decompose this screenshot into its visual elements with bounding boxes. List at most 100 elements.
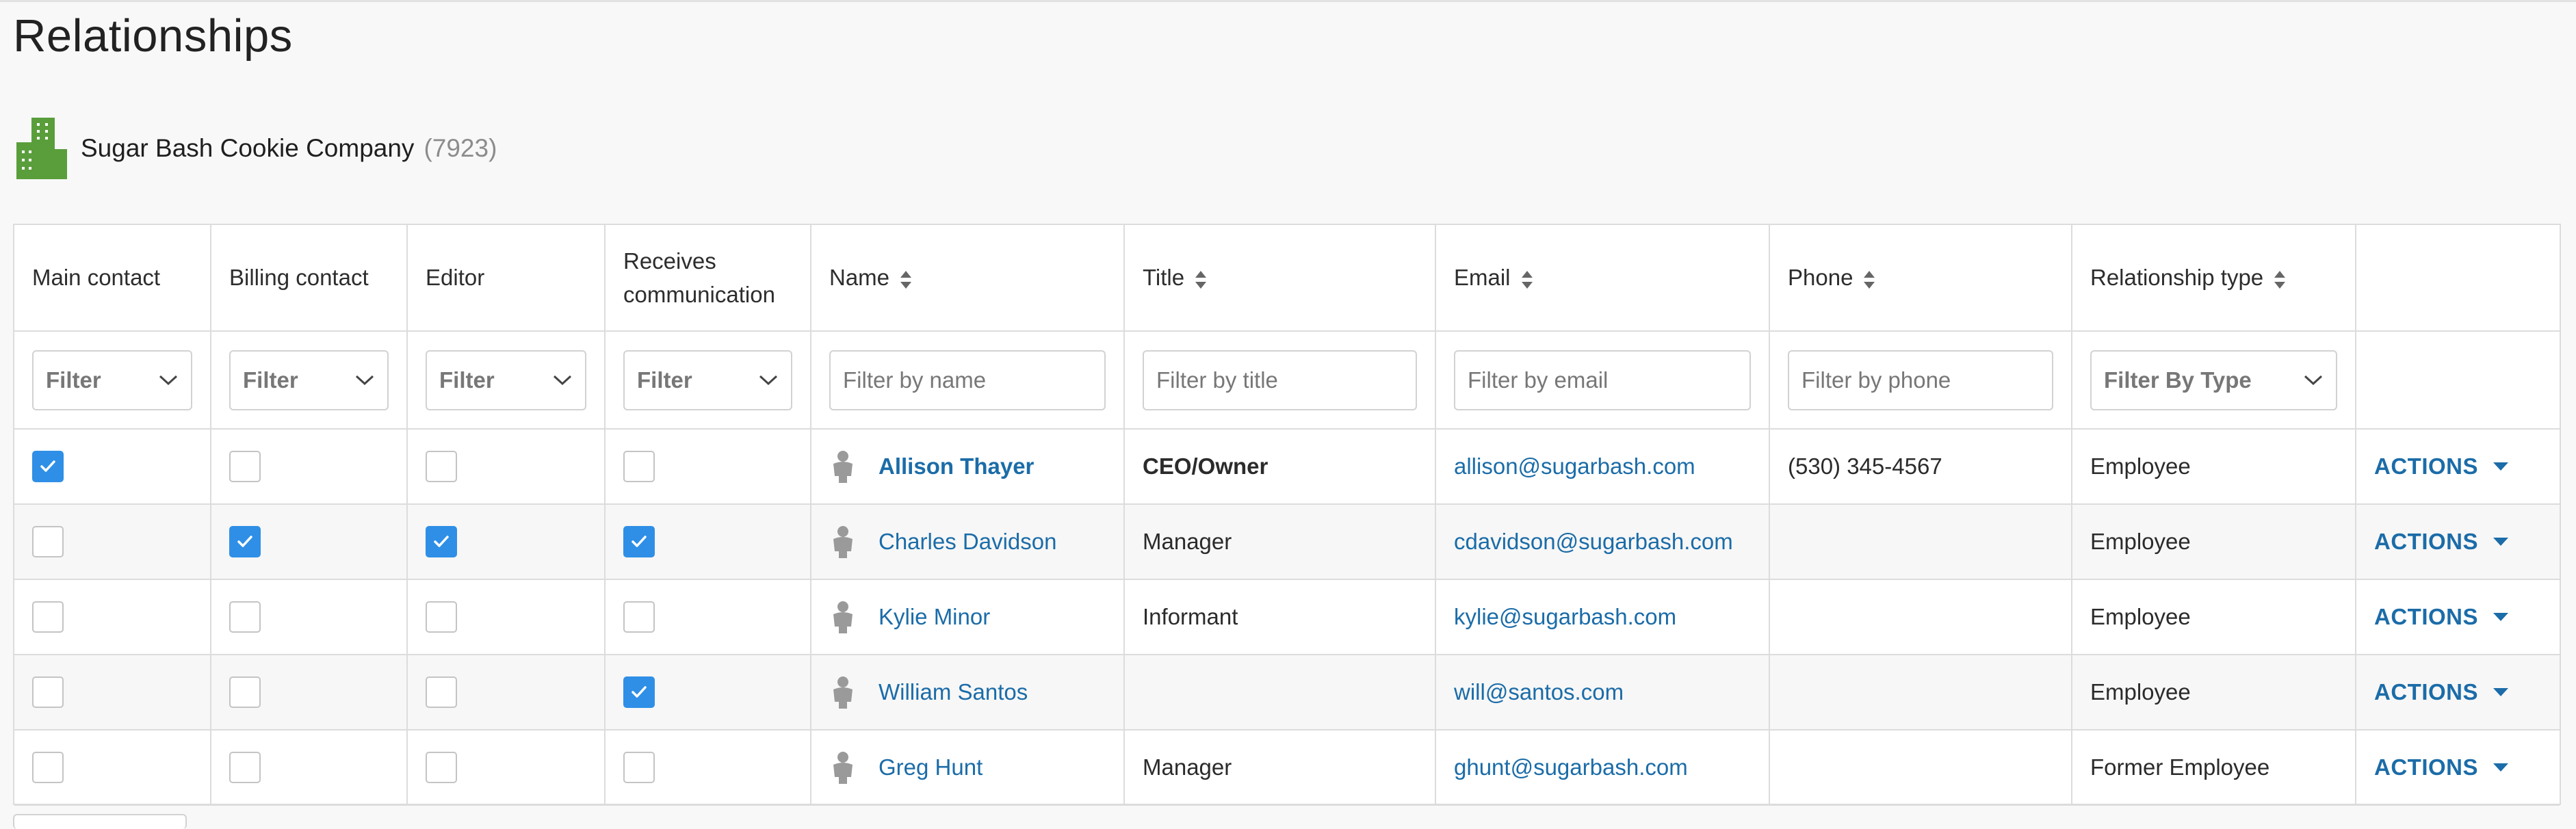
- table-row: William Santos will@santos.com Employee ACT…: [14, 655, 2560, 730]
- email-filter-input[interactable]: [1454, 350, 1751, 410]
- receives-communication-checkbox[interactable]: [623, 752, 655, 783]
- check-icon: [237, 536, 252, 547]
- contact-name-link[interactable]: Kylie Minor: [879, 604, 990, 630]
- col-title[interactable]: Title: [1124, 225, 1436, 332]
- col-relationship-type[interactable]: Relationship type: [2072, 225, 2356, 332]
- name-cell: Allison Thayer: [829, 450, 1106, 483]
- relationship-type-cell: Former Employee: [2072, 730, 2356, 805]
- sort-icon[interactable]: [899, 269, 913, 290]
- phone-cell: [1769, 655, 2072, 730]
- billing-contact-filter[interactable]: Filter: [229, 350, 389, 410]
- phone-cell: (530) 345-4567: [1769, 429, 2072, 504]
- phone-cell: [1769, 730, 2072, 805]
- col-name[interactable]: Name: [811, 225, 1125, 332]
- building-icon: [16, 118, 67, 179]
- name-cell: Charles Davidson: [829, 525, 1106, 558]
- editor-checkbox[interactable]: [426, 451, 457, 482]
- billing-contact-checkbox[interactable]: [229, 676, 261, 708]
- main-contact-checkbox[interactable]: [32, 752, 64, 783]
- company-id: (7923): [424, 134, 497, 162]
- caret-down-icon: [2493, 613, 2508, 621]
- col-main-contact: Main contact: [14, 225, 211, 332]
- editor-checkbox[interactable]: [426, 676, 457, 708]
- actions-button[interactable]: ACTIONS: [2374, 453, 2542, 479]
- table-row: Allison Thayer CEO/Owner allison@sugarbash…: [14, 429, 2560, 504]
- main-contact-checkbox[interactable]: [32, 601, 64, 633]
- editor-checkbox[interactable]: [426, 752, 457, 783]
- actions-button[interactable]: ACTIONS: [2374, 529, 2542, 555]
- caret-down-icon: [2493, 462, 2508, 471]
- name-filter-input[interactable]: [829, 350, 1106, 410]
- chevron-down-icon: [759, 375, 778, 385]
- person-icon: [833, 526, 853, 558]
- receives-communication-checkbox[interactable]: [623, 601, 655, 633]
- company-header: Sugar Bash Cookie Company (7923): [16, 118, 497, 179]
- col-receives-communication: Receives communication: [605, 225, 811, 332]
- col-phone-label: Phone: [1788, 265, 1853, 291]
- pagination-control[interactable]: [13, 814, 187, 829]
- col-email-label: Email: [1454, 265, 1511, 291]
- editor-checkbox[interactable]: [426, 526, 457, 557]
- top-divider: [0, 0, 2576, 2]
- title-cell: CEO/Owner: [1124, 429, 1436, 504]
- chevron-down-icon: [355, 375, 374, 385]
- billing-contact-checkbox[interactable]: [229, 601, 261, 633]
- main-contact-checkbox[interactable]: [32, 676, 64, 708]
- contact-name-link[interactable]: Charles Davidson: [879, 529, 1056, 555]
- email-link[interactable]: kylie@sugarbash.com: [1454, 604, 1676, 629]
- company-name: Sugar Bash Cookie Company: [81, 134, 415, 162]
- editor-checkbox[interactable]: [426, 601, 457, 633]
- billing-contact-checkbox[interactable]: [229, 526, 261, 557]
- email-link[interactable]: allison@sugarbash.com: [1454, 453, 1695, 479]
- contact-name-link[interactable]: Greg Hunt: [879, 754, 983, 780]
- col-title-label: Title: [1143, 265, 1185, 291]
- title-filter-input[interactable]: [1143, 350, 1417, 410]
- col-relationship-type-label: Relationship type: [2090, 265, 2264, 291]
- phone-cell: [1769, 579, 2072, 655]
- col-name-label: Name: [829, 265, 890, 291]
- chevron-down-icon: [159, 375, 178, 385]
- receives-communication-checkbox[interactable]: [623, 526, 655, 557]
- check-icon: [632, 536, 647, 547]
- caret-down-icon: [2493, 538, 2508, 546]
- sort-icon[interactable]: [1862, 269, 1876, 290]
- receives-communication-filter[interactable]: Filter: [623, 350, 792, 410]
- title-cell: Informant: [1124, 579, 1436, 655]
- main-contact-checkbox[interactable]: [32, 526, 64, 557]
- check-icon: [434, 536, 449, 547]
- relationship-type-filter[interactable]: Filter By Type: [2090, 350, 2337, 410]
- sort-icon[interactable]: [1520, 269, 1534, 290]
- main-contact-checkbox[interactable]: [32, 451, 64, 482]
- col-phone[interactable]: Phone: [1769, 225, 2072, 332]
- billing-contact-checkbox[interactable]: [229, 752, 261, 783]
- actions-button[interactable]: ACTIONS: [2374, 754, 2542, 780]
- contact-name-link[interactable]: William Santos: [879, 679, 1028, 705]
- page-title: Relationships: [13, 10, 293, 62]
- sort-icon[interactable]: [2273, 269, 2287, 290]
- editor-filter[interactable]: Filter: [426, 350, 586, 410]
- col-billing-contact: Billing contact: [211, 225, 408, 332]
- chevron-down-icon: [553, 375, 572, 385]
- relationship-type-cell: Employee: [2072, 579, 2356, 655]
- title-cell: [1124, 655, 1436, 730]
- person-icon: [833, 451, 853, 483]
- receives-communication-checkbox[interactable]: [623, 676, 655, 708]
- relationships-table: Main contact Billing contact Editor Rece…: [13, 224, 2561, 805]
- caret-down-icon: [2493, 688, 2508, 696]
- table-row: Charles Davidson Manager cdavidson@sugarba…: [14, 504, 2560, 579]
- sort-icon[interactable]: [1194, 269, 1208, 290]
- actions-button[interactable]: ACTIONS: [2374, 604, 2542, 630]
- actions-button[interactable]: ACTIONS: [2374, 679, 2542, 705]
- col-email[interactable]: Email: [1435, 225, 1770, 332]
- main-contact-filter[interactable]: Filter: [32, 350, 192, 410]
- email-link[interactable]: will@santos.com: [1454, 679, 1624, 705]
- email-link[interactable]: ghunt@sugarbash.com: [1454, 754, 1688, 780]
- billing-contact-checkbox[interactable]: [229, 451, 261, 482]
- contact-name-link[interactable]: Allison Thayer: [879, 453, 1034, 479]
- email-link[interactable]: cdavidson@sugarbash.com: [1454, 529, 1733, 554]
- phone-filter-input[interactable]: [1788, 350, 2053, 410]
- person-icon: [833, 601, 853, 633]
- name-cell: William Santos: [829, 676, 1106, 709]
- receives-communication-checkbox[interactable]: [623, 451, 655, 482]
- caret-down-icon: [2493, 763, 2508, 772]
